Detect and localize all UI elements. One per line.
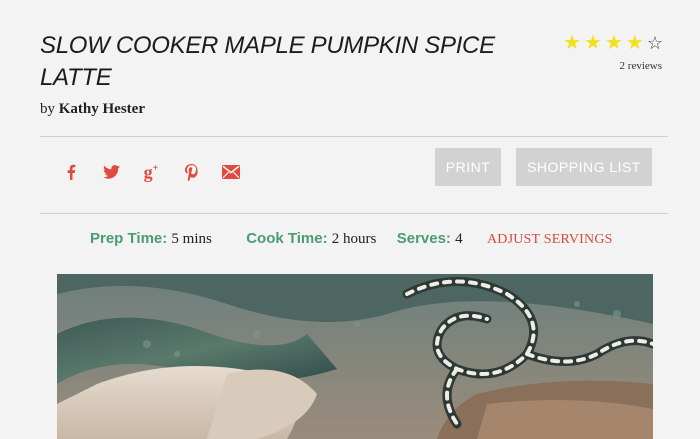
author-name[interactable]: Kathy Hester <box>59 101 145 117</box>
byline: by Kathy Hester <box>40 101 145 118</box>
twitter-icon[interactable] <box>100 160 122 184</box>
star-full-icon[interactable]: ★ <box>605 32 626 54</box>
recipe-photo <box>57 274 653 439</box>
shopping-list-button[interactable]: SHOPPING LIST <box>516 148 652 186</box>
recipe-title: SLOW COOKER MAPLE PUMPKIN SPICE LATTE <box>40 32 495 91</box>
rating-widget: ★★★★☆ 2 reviews <box>563 32 666 72</box>
pinterest-icon[interactable] <box>180 160 202 184</box>
reviews-link[interactable]: 2 reviews <box>563 60 662 72</box>
star-rating[interactable]: ★★★★☆ <box>563 32 666 54</box>
star-empty-icon[interactable]: ☆ <box>647 32 666 54</box>
divider <box>40 213 668 214</box>
cook-time-label: Cook Time: <box>246 230 328 247</box>
divider <box>40 136 668 137</box>
byline-prefix: by <box>40 101 55 117</box>
share-bar: g+ <box>60 160 242 184</box>
star-full-icon[interactable]: ★ <box>584 32 605 54</box>
cook-time-value: 2 hours <box>331 231 377 247</box>
serves-value: 4 <box>455 231 463 247</box>
star-full-icon[interactable]: ★ <box>563 32 584 54</box>
serves-label: Serves: <box>396 230 451 247</box>
adjust-servings-link[interactable]: ADJUST SERVINGS <box>487 232 613 247</box>
email-icon[interactable] <box>220 160 242 184</box>
prep-time-value: 5 mins <box>171 231 212 247</box>
prep-time-label: Prep Time: <box>90 230 168 247</box>
google-plus-icon[interactable]: g+ <box>140 160 162 184</box>
recipe-times: Prep Time: 5 mins Cook Time: 2 hours Ser… <box>90 230 613 248</box>
recipe-card: SLOW COOKER MAPLE PUMPKIN SPICE LATTE by… <box>0 0 700 439</box>
star-full-icon[interactable]: ★ <box>626 32 647 54</box>
print-button[interactable]: PRINT <box>435 148 501 186</box>
facebook-icon[interactable] <box>60 160 82 184</box>
